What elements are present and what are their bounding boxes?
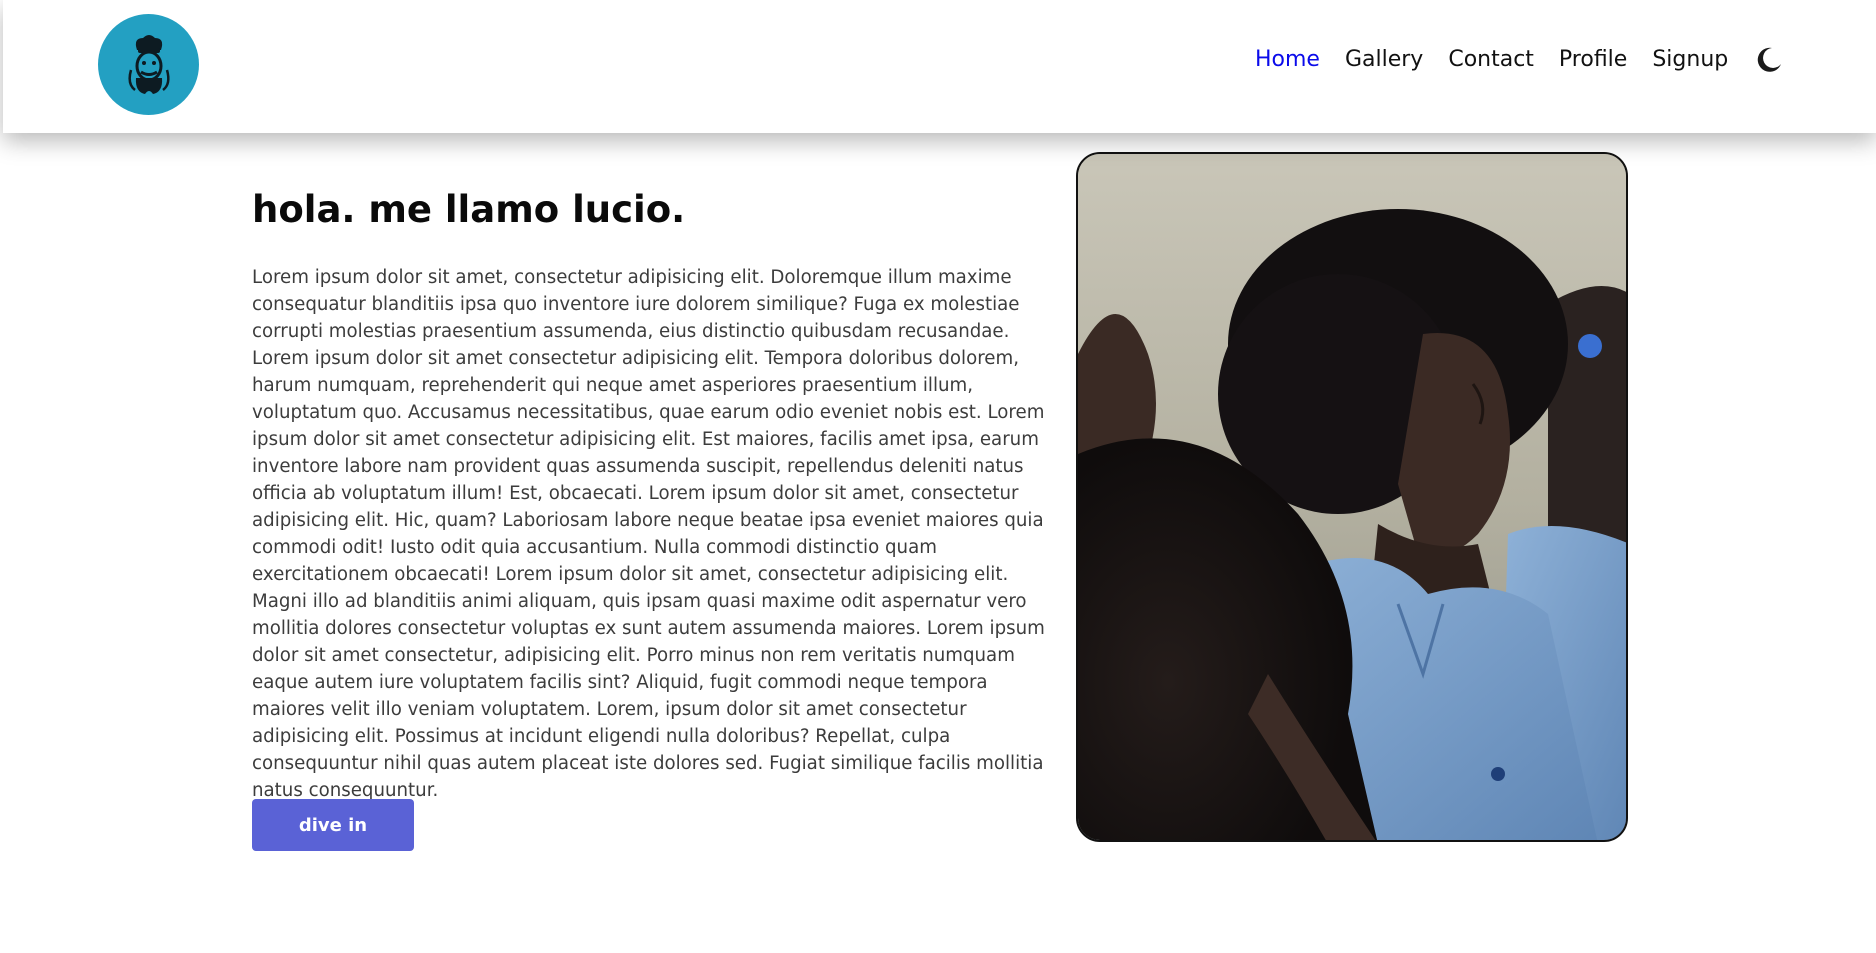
nav-signup[interactable]: Signup bbox=[1652, 45, 1728, 75]
chef-logo-icon[interactable] bbox=[98, 14, 199, 115]
dive-in-button[interactable]: dive in bbox=[252, 799, 414, 851]
hero-title: hola. me llamo lucio. bbox=[252, 188, 686, 231]
main-nav: Home Gallery Contact Profile Signup bbox=[1255, 45, 1784, 75]
nav-gallery[interactable]: Gallery bbox=[1345, 45, 1423, 75]
hero-paragraph: Lorem ipsum dolor sit amet, consectetur … bbox=[252, 267, 1045, 801]
hero-photo bbox=[1076, 152, 1628, 842]
navbar: Home Gallery Contact Profile Signup bbox=[3, 0, 1876, 133]
nav-home[interactable]: Home bbox=[1255, 45, 1320, 75]
moon-icon[interactable] bbox=[1754, 45, 1784, 75]
nav-profile[interactable]: Profile bbox=[1559, 45, 1627, 75]
nav-contact[interactable]: Contact bbox=[1448, 45, 1534, 75]
